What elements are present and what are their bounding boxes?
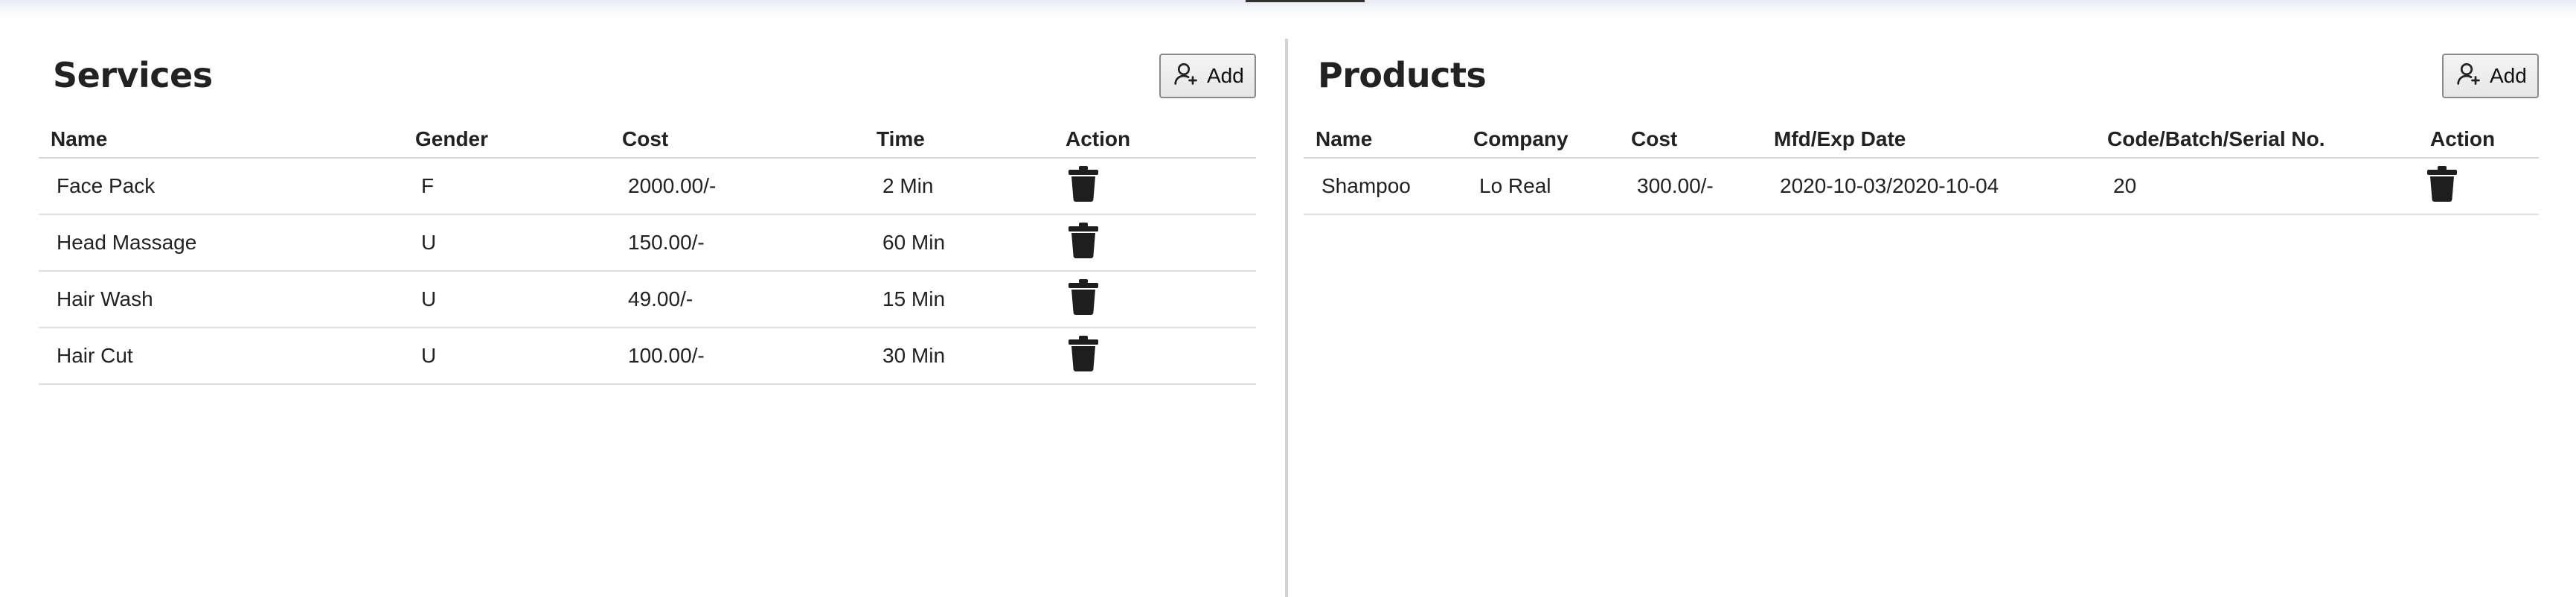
- column-header-action: Action: [1066, 127, 1256, 159]
- trash-icon[interactable]: [1068, 335, 1098, 371]
- service-action: [1066, 214, 1256, 272]
- add-user-icon: [2455, 60, 2482, 92]
- products-panel: Products Add Name Company Cost Mfd/Exp D…: [1304, 39, 2539, 215]
- product-cost: 300.00/-: [1619, 158, 1762, 215]
- table-row: Face Pack F 2000.00/- 2 Min: [39, 158, 1256, 215]
- trash-icon[interactable]: [2427, 165, 2457, 202]
- service-action: [1066, 158, 1256, 215]
- product-mfd-exp: 2020-10-03/2020-10-04: [1762, 158, 2095, 215]
- table-row: Shampoo Lo Real 300.00/- 2020-10-03/2020…: [1304, 158, 2539, 215]
- service-action: [1066, 328, 1256, 385]
- product-name: Shampoo: [1304, 158, 1461, 215]
- service-gender: U: [403, 328, 610, 385]
- column-header-cost: Cost: [610, 127, 865, 159]
- add-product-button[interactable]: Add: [2442, 54, 2539, 98]
- panel-divider: [1285, 39, 1288, 597]
- trash-icon[interactable]: [1068, 222, 1098, 258]
- service-cost: 150.00/-: [610, 214, 865, 272]
- services-panel: Services Add Name Gender Cost Time Actio…: [39, 39, 1256, 385]
- service-cost: 49.00/-: [610, 271, 865, 328]
- services-header: Services Add: [39, 39, 1256, 127]
- service-time: 2 Min: [865, 158, 1066, 215]
- service-cost: 2000.00/-: [610, 158, 865, 215]
- service-action: [1066, 271, 1256, 328]
- add-product-label: Add: [2490, 64, 2527, 87]
- column-header-gender: Gender: [403, 127, 610, 159]
- products-title: Products: [1318, 55, 1487, 95]
- services-header-row: Name Gender Cost Time Action: [39, 127, 1256, 159]
- service-name: Hair Cut: [39, 328, 403, 385]
- services-title: Services: [53, 55, 213, 95]
- trash-icon[interactable]: [1068, 278, 1098, 315]
- service-name: Face Pack: [39, 158, 403, 215]
- table-row: Hair Wash U 49.00/- 15 Min: [39, 271, 1256, 328]
- active-tab-indicator: [1246, 0, 1365, 2]
- service-name: Hair Wash: [39, 271, 403, 328]
- service-time: 15 Min: [865, 271, 1066, 328]
- table-row: Head Massage U 150.00/- 60 Min: [39, 214, 1256, 272]
- product-action: [2418, 158, 2539, 215]
- column-header-name: Name: [1304, 127, 1461, 159]
- column-header-time: Time: [865, 127, 1066, 159]
- table-row: Hair Cut U 100.00/- 30 Min: [39, 328, 1256, 385]
- service-cost: 100.00/-: [610, 328, 865, 385]
- add-service-button[interactable]: Add: [1159, 54, 1256, 98]
- add-service-label: Add: [1207, 64, 1244, 87]
- column-header-code-batch-serial: Code/Batch/Serial No.: [2095, 127, 2418, 159]
- column-header-action: Action: [2418, 127, 2539, 159]
- service-gender: U: [403, 214, 610, 272]
- add-user-icon: [1173, 60, 1199, 92]
- column-header-name: Name: [39, 127, 403, 159]
- column-header-mfd-exp-date: Mfd/Exp Date: [1762, 127, 2095, 159]
- column-header-cost: Cost: [1619, 127, 1762, 159]
- service-gender: F: [403, 158, 610, 215]
- column-header-company: Company: [1461, 127, 1619, 159]
- service-gender: U: [403, 271, 610, 328]
- service-time: 60 Min: [865, 214, 1066, 272]
- trash-icon[interactable]: [1068, 165, 1098, 202]
- product-code: 20: [2095, 158, 2418, 215]
- products-header: Products Add: [1304, 39, 2539, 127]
- services-table: Name Gender Cost Time Action Face Pack F…: [39, 127, 1256, 385]
- service-time: 30 Min: [865, 328, 1066, 385]
- top-shadow: [0, 0, 2576, 18]
- products-table: Name Company Cost Mfd/Exp Date Code/Batc…: [1304, 127, 2539, 215]
- product-company: Lo Real: [1461, 158, 1619, 215]
- products-header-row: Name Company Cost Mfd/Exp Date Code/Batc…: [1304, 127, 2539, 159]
- service-name: Head Massage: [39, 214, 403, 272]
